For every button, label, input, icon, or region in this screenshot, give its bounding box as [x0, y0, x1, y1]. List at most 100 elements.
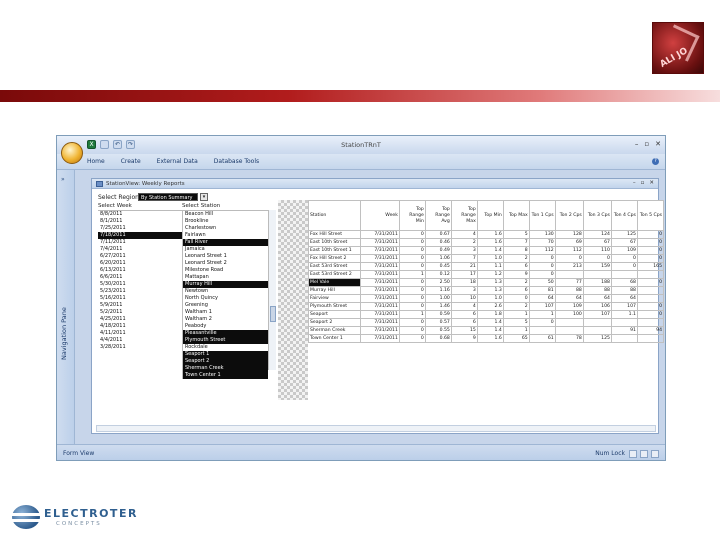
table-row[interactable]: Plymouth Street 7/31/2011 0 1.46 4 2.6 2 107 109… [308, 302, 664, 311]
table-row[interactable]: East 10th Street 1 7/31/2011 0 0.49 3 1.4 8 112… [308, 246, 664, 255]
horizontal-scrollbar[interactable] [96, 425, 656, 432]
region-select[interactable]: By Station Summary [138, 193, 198, 201]
week-list-item[interactable]: 6/27/2011 [98, 253, 182, 260]
chevron-down-icon[interactable]: ▾ [200, 193, 208, 201]
station-list-item[interactable]: Milestone Road [183, 267, 268, 274]
week-list-item[interactable]: 4/18/2011 [98, 323, 182, 330]
close-icon[interactable]: ✕ [655, 140, 661, 148]
week-list-item[interactable]: 7/4/2011 [98, 246, 182, 253]
minimize-icon[interactable]: – [635, 140, 639, 148]
table-row[interactable]: Murray Hill 7/31/2011 0 1.16 3 1.3 6 81 88 88 88 [308, 286, 664, 295]
week-list-item[interactable]: 4/4/2011 [98, 337, 182, 344]
grid-column-header[interactable]: Ton 4 Cps [610, 200, 638, 231]
table-cell: 0 [582, 254, 612, 263]
week-list-item[interactable]: 8/1/2011 [98, 218, 182, 225]
table-row[interactable]: Fairview 7/31/2011 0 1.00 10 1.0 0 64 64 64 64 [308, 294, 664, 303]
form-view-icon[interactable] [629, 450, 637, 458]
week-list-item[interactable]: 6/20/2011 [98, 260, 182, 267]
table-cell: 0 [636, 238, 664, 247]
grid-column-header[interactable]: Top Range Max [450, 200, 478, 231]
select-region-label: Select Region: [98, 194, 141, 201]
week-list-item[interactable]: 5/2/2011 [98, 309, 182, 316]
grid-column-header[interactable]: Ton 3 Cps [582, 200, 612, 231]
station-list-item[interactable]: Waltham 1 [183, 309, 268, 316]
station-list-item[interactable]: Seaport 1 [183, 351, 268, 358]
station-list-item[interactable]: Newtown [183, 288, 268, 295]
week-list-item[interactable]: 4/25/2011 [98, 316, 182, 323]
form-minimize-icon[interactable]: – [633, 180, 636, 186]
station-list-item[interactable]: Greening [183, 302, 268, 309]
week-list[interactable]: 8/8/2011 8/1/2011 7/25/2011 7/18/2011 7/11/2… [98, 210, 182, 351]
week-list-item[interactable]: 8/8/2011 [98, 211, 182, 218]
design-view-icon[interactable] [651, 450, 659, 458]
table-row[interactable]: Fox Hill Street 2 7/31/2011 0 1.06 7 1.0 2 0 0 0 0… [308, 254, 664, 263]
help-icon[interactable]: ? [652, 158, 659, 165]
station-list-scrollbar[interactable] [268, 210, 276, 370]
station-list-item[interactable]: North Quincy [183, 295, 268, 302]
station-list-item[interactable]: Beacon Hill [183, 211, 268, 218]
tab-database-tools[interactable]: Database Tools [214, 158, 259, 165]
station-list-item[interactable]: Peabody [183, 323, 268, 330]
table-cell: 107 [582, 310, 612, 319]
week-list-item[interactable]: 6/6/2011 [98, 274, 182, 281]
table-row[interactable]: East 53rd Street 2 7/31/2011 1 0.12 17 1.2 9 0 [308, 270, 664, 279]
grid-column-header[interactable]: Ton 5 Cps [636, 200, 664, 231]
form-maximize-icon[interactable]: ▫ [641, 180, 645, 186]
station-list-item[interactable]: Mattapan [183, 274, 268, 281]
grid-column-header[interactable]: Top Min [476, 200, 504, 231]
week-list-item[interactable]: 5/9/2011 [98, 302, 182, 309]
station-list-item[interactable]: Fall River [183, 239, 268, 246]
tab-home[interactable]: Home [87, 158, 105, 165]
week-list-item[interactable]: 4/11/2011 [98, 330, 182, 337]
table-row[interactable]: Seaport 2 7/31/2011 0 0.57 6 1.4 5 0 [308, 318, 664, 327]
grid-column-header[interactable]: Top Range Avg [424, 200, 452, 231]
maximize-icon[interactable]: ▫ [644, 140, 649, 148]
table-cell: 1.4 [476, 326, 504, 335]
station-list-item[interactable]: Rockdale [183, 344, 268, 351]
station-list-item[interactable]: Pleasantville [183, 330, 268, 337]
grid-column-header[interactable]: Ton 2 Cps [554, 200, 584, 231]
table-row[interactable]: Fox Hill Street 7/31/2011 0 0.67 4 1.6 5 130 128… [308, 230, 664, 239]
week-list-item[interactable]: 6/13/2011 [98, 267, 182, 274]
grid-column-header[interactable]: Top Max [502, 200, 530, 231]
week-list-item[interactable]: 7/18/2011 [98, 232, 182, 239]
table-row[interactable]: Mel Vale 7/31/2011 0 2.50 18 1.3 2 50 77 188 68 0 [308, 278, 664, 287]
week-list-item[interactable]: 3/28/2011 [98, 344, 182, 351]
grid-column-header[interactable]: Week [359, 200, 400, 231]
layout-view-icon[interactable] [640, 450, 648, 458]
station-list-item[interactable]: Town Center 1 [183, 372, 268, 379]
navigation-pane[interactable]: » Navigation Pane [57, 170, 75, 444]
station-list-item[interactable]: Charlestown [183, 225, 268, 232]
station-list-item[interactable]: Murray Hill [183, 281, 268, 288]
table-row[interactable]: East 10th Street 7/31/2011 0 0.46 2 1.6 7 70 69 6… [308, 238, 664, 247]
form-close-icon[interactable]: ✕ [649, 180, 654, 186]
station-list-item[interactable]: Jamaica [183, 246, 268, 253]
station-list[interactable]: Beacon Hill Brookline Charlestown Fairlawn F… [182, 210, 268, 379]
grid-column-header[interactable]: Ton 1 Cps [528, 200, 556, 231]
scrollbar-thumb[interactable] [270, 306, 276, 322]
table-row[interactable]: Seaport 7/31/2011 1 0.59 6 1.8 1 1 100 107 1.1 0 [308, 310, 664, 319]
table-row[interactable]: East 53rd Street 7/31/2011 0 0.45 21 1.1 6 0 213… [308, 262, 664, 271]
table-cell: 2 [502, 278, 530, 287]
tab-external-data[interactable]: External Data [157, 158, 198, 165]
chevron-right-icon[interactable]: » [61, 176, 65, 183]
station-list-item[interactable]: Brookline [183, 218, 268, 225]
grid-column-header[interactable]: Top Range Min [398, 200, 426, 231]
week-list-item[interactable]: 5/23/2011 [98, 288, 182, 295]
week-list-item[interactable]: 5/30/2011 [98, 281, 182, 288]
station-list-item[interactable]: Waltham 2 [183, 316, 268, 323]
station-list-item[interactable]: Sherman Creek [183, 365, 268, 372]
week-list-item[interactable]: 5/16/2011 [98, 295, 182, 302]
week-list-item[interactable]: 7/25/2011 [98, 225, 182, 232]
station-list-item[interactable]: Seaport 2 [183, 358, 268, 365]
office-button[interactable] [61, 142, 83, 164]
week-list-item[interactable]: 7/11/2011 [98, 239, 182, 246]
station-list-item[interactable]: Plymouth Street [183, 337, 268, 344]
station-list-item[interactable]: Leonard Street 1 [183, 253, 268, 260]
grid-column-header[interactable]: Station [308, 200, 361, 231]
table-row[interactable]: Town Center 1 7/31/2011 0 0.68 9 1.6 65 61 78 125 [308, 334, 664, 343]
station-list-item[interactable]: Fairlawn [183, 232, 268, 239]
tab-create[interactable]: Create [121, 158, 141, 165]
station-list-item[interactable]: Leonard Street 2 [183, 260, 268, 267]
table-row[interactable]: Sherman Creek 7/31/2011 0 0.55 15 1.4 1 91 94 [308, 326, 664, 335]
